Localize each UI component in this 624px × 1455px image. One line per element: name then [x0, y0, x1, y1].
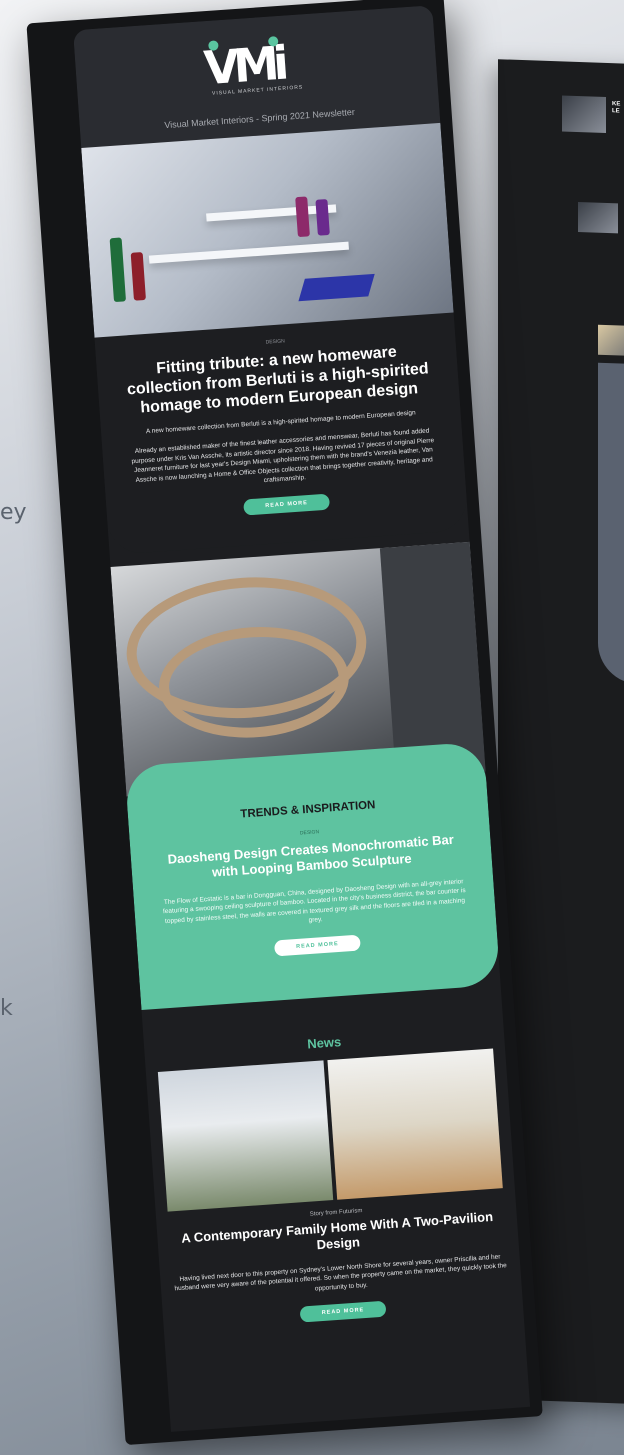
shelf — [148, 241, 349, 264]
news-images — [157, 1048, 503, 1212]
background-text-fragment: k — [0, 996, 13, 1021]
bottle-object — [109, 237, 127, 303]
kitchen-interior-image[interactable] — [327, 1048, 503, 1200]
feature-article: DESIGN Fitting tribute: a new homeware c… — [94, 312, 469, 555]
device-frame: VMi VISUAL MARKET INTERIORS Visual Marke… — [26, 0, 543, 1446]
article-body: The Flow of Ecstatic is a bar in Donggua… — [162, 877, 466, 925]
read-more-button[interactable]: READ MORE — [273, 934, 362, 957]
feature-hero-image[interactable] — [81, 122, 454, 338]
vmi-logo[interactable]: VMi — [202, 32, 309, 95]
read-more-button[interactable]: READ MORE — [299, 1300, 387, 1323]
news-section: News Story from Futurism A Contemporary … — [141, 984, 524, 1352]
tray-object — [298, 273, 375, 302]
newsletter-screen[interactable]: VMi VISUAL MARKET INTERIORS Visual Marke… — [72, 5, 531, 1432]
bottle-object — [130, 252, 146, 301]
trends-section: TRENDS & INSPIRATION DESIGN Daosheng Des… — [124, 740, 501, 1010]
read-more-button[interactable]: READ MORE — [242, 493, 331, 516]
house-exterior-image[interactable] — [157, 1059, 334, 1212]
vase-object — [315, 198, 330, 236]
background-text-fragment: ey — [0, 500, 27, 525]
newsletter-mockup: VMi VISUAL MARKET INTERIORS Visual Marke… — [20, 0, 624, 1454]
article-body: Already an established maker of the fine… — [131, 427, 435, 485]
vase-object — [295, 196, 310, 238]
concrete-pillar — [379, 541, 486, 778]
